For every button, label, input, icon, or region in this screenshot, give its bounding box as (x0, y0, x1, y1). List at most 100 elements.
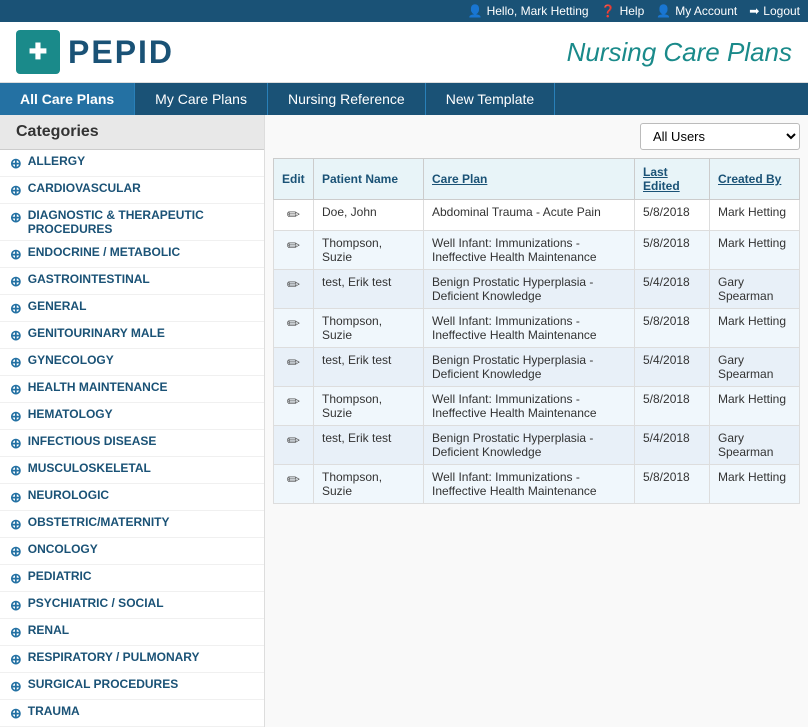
sidebar-item[interactable]: ⊕ MUSCULOSKELETAL (0, 457, 264, 484)
sidebar-item[interactable]: ⊕CARDIOVASCULAR (0, 177, 264, 204)
last-edited-cell: 5/8/2018 (635, 231, 710, 270)
content-toolbar: All Users Mark Hetting Gary Spearman (273, 123, 800, 150)
edit-cell[interactable]: ✏ (274, 465, 314, 504)
sidebar-item-label: OBSTETRIC/MATERNITY (28, 515, 170, 529)
last-edited-cell: 5/4/2018 (635, 348, 710, 387)
table-body: ✏ Doe, John Abdominal Trauma - Acute Pai… (274, 200, 800, 504)
edit-icon[interactable]: ✏ (287, 355, 300, 372)
edit-cell[interactable]: ✏ (274, 270, 314, 309)
created-by-cell: Gary Spearman (710, 348, 800, 387)
patient-name-cell: Doe, John (314, 200, 424, 231)
account-button[interactable]: 👤 My Account (656, 4, 737, 18)
edit-icon[interactable]: ✏ (287, 277, 300, 294)
sidebar-item-label: ALLERGY (28, 154, 85, 168)
edit-icon[interactable]: ✏ (287, 238, 300, 255)
sidebar-title: Categories (0, 115, 264, 150)
edit-icon[interactable]: ✏ (287, 207, 300, 224)
col-created-by[interactable]: Created By (710, 159, 800, 200)
plus-icon: ⊕ (10, 435, 22, 452)
tab-nursing-reference[interactable]: Nursing Reference (268, 83, 426, 115)
col-last-edited[interactable]: LastEdited (635, 159, 710, 200)
sidebar-item[interactable]: ⊕GENITOURINARY MALE (0, 322, 264, 349)
edit-cell[interactable]: ✏ (274, 387, 314, 426)
edit-icon[interactable]: ✏ (287, 316, 300, 333)
user-icon: 👤 (468, 4, 483, 18)
last-edited-cell: 5/8/2018 (635, 200, 710, 231)
created-by-cell: Mark Hetting (710, 231, 800, 270)
edit-icon[interactable]: ✏ (287, 394, 300, 411)
sidebar-item[interactable]: ⊕ HEALTH MAINTENANCE (0, 376, 264, 403)
account-label: My Account (675, 4, 737, 18)
care-table: Edit Patient Name Care Plan LastEdited C… (273, 158, 800, 504)
logout-button[interactable]: ➡ Logout (749, 4, 800, 18)
last-edited-cell: 5/4/2018 (635, 270, 710, 309)
plus-icon: ⊕ (10, 462, 22, 479)
sidebar-item-label: PSYCHIATRIC / SOCIAL (28, 596, 164, 610)
sidebar-item-label: RESPIRATORY / PULMONARY (28, 650, 200, 664)
sidebar-item-label: ENDOCRINE / METABOLIC (28, 245, 180, 259)
edit-cell[interactable]: ✏ (274, 309, 314, 348)
sidebar-item[interactable]: ⊕ALLERGY (0, 150, 264, 177)
patient-name-cell: Thompson, Suzie (314, 309, 424, 348)
top-bar: 👤 Hello, Mark Hetting ❓ Help 👤 My Accoun… (0, 0, 808, 22)
sidebar-item[interactable]: ⊕SURGICAL PROCEDURES (0, 673, 264, 700)
help-button[interactable]: ❓ Help (601, 4, 645, 18)
sidebar-item[interactable]: ⊕ OBSTETRIC/MATERNITY (0, 511, 264, 538)
sidebar-item[interactable]: ⊕RENAL (0, 619, 264, 646)
care-plan-cell: Well Infant: Immunizations - Ineffective… (424, 387, 635, 426)
sidebar-item-label: CARDIOVASCULAR (28, 181, 141, 195)
sidebar-item-label: HEALTH MAINTENANCE (28, 380, 168, 394)
sidebar-item[interactable]: ⊕PSYCHIATRIC / SOCIAL (0, 592, 264, 619)
sidebar-item[interactable]: ⊕GASTROINTESTINAL (0, 268, 264, 295)
tab-new-template[interactable]: New Template (426, 83, 555, 115)
plus-icon: ⊕ (10, 516, 22, 533)
logout-label: Logout (763, 4, 800, 18)
help-label: Help (620, 4, 645, 18)
patient-name-cell: test, Erik test (314, 270, 424, 309)
edit-icon[interactable]: ✏ (287, 472, 300, 489)
content-area: All Users Mark Hetting Gary Spearman Edi… (265, 115, 808, 727)
edit-cell[interactable]: ✏ (274, 348, 314, 387)
sidebar-item[interactable]: ⊕NEUROLOGIC (0, 484, 264, 511)
col-care-plan[interactable]: Care Plan (424, 159, 635, 200)
plus-icon: ⊕ (10, 705, 22, 722)
user-filter-select[interactable]: All Users Mark Hetting Gary Spearman (640, 123, 800, 150)
sidebar-items: ⊕ALLERGY⊕CARDIOVASCULAR⊕DIAGNOSTIC & THE… (0, 150, 264, 727)
sidebar-item-label: MUSCULOSKELETAL (28, 461, 151, 475)
care-plan-cell: Benign Prostatic Hyperplasia - Deficient… (424, 348, 635, 387)
sidebar-item-label: SURGICAL PROCEDURES (28, 677, 178, 691)
plus-icon: ⊕ (10, 651, 22, 668)
edit-cell[interactable]: ✏ (274, 200, 314, 231)
sidebar-item[interactable]: ⊕ENDOCRINE / METABOLIC (0, 241, 264, 268)
edit-icon[interactable]: ✏ (287, 433, 300, 450)
sidebar-item[interactable]: ⊕ PEDIATRIC (0, 565, 264, 592)
sidebar-item-label: PEDIATRIC (28, 569, 92, 583)
sidebar-item[interactable]: ⊕GYNECOLOGY (0, 349, 264, 376)
tab-all-care-plans[interactable]: All Care Plans (0, 83, 135, 115)
account-icon: 👤 (656, 4, 671, 18)
created-by-cell: Mark Hetting (710, 200, 800, 231)
greeting: 👤 Hello, Mark Hetting (468, 4, 589, 18)
sidebar-item-label: NEUROLOGIC (28, 488, 109, 502)
sidebar-item[interactable]: ⊕DIAGNOSTIC & THERAPEUTIC PROCEDURES (0, 204, 264, 241)
sidebar-item-label: HEMATOLOGY (28, 407, 113, 421)
sidebar-item[interactable]: ⊕ONCOLOGY (0, 538, 264, 565)
created-by-cell: Mark Hetting (710, 387, 800, 426)
sidebar-item[interactable]: ⊕GENERAL (0, 295, 264, 322)
edit-cell[interactable]: ✏ (274, 426, 314, 465)
sidebar-item-label: ONCOLOGY (28, 542, 98, 556)
sidebar-item[interactable]: ⊕TRAUMA (0, 700, 264, 727)
app-title: Nursing Care Plans (567, 37, 792, 68)
plus-icon: ⊕ (10, 381, 22, 398)
sidebar-item-label: RENAL (28, 623, 69, 637)
logout-icon: ➡ (749, 4, 759, 18)
sidebar-item[interactable]: ⊕HEMATOLOGY (0, 403, 264, 430)
sidebar-item[interactable]: ⊕INFECTIOUS DISEASE (0, 430, 264, 457)
help-icon: ❓ (601, 4, 616, 18)
patient-name-cell: test, Erik test (314, 426, 424, 465)
sidebar-item[interactable]: ⊕ RESPIRATORY / PULMONARY (0, 646, 264, 673)
col-edit: Edit (274, 159, 314, 200)
tab-my-care-plans[interactable]: My Care Plans (135, 83, 268, 115)
plus-icon: ⊕ (10, 570, 22, 587)
edit-cell[interactable]: ✏ (274, 231, 314, 270)
